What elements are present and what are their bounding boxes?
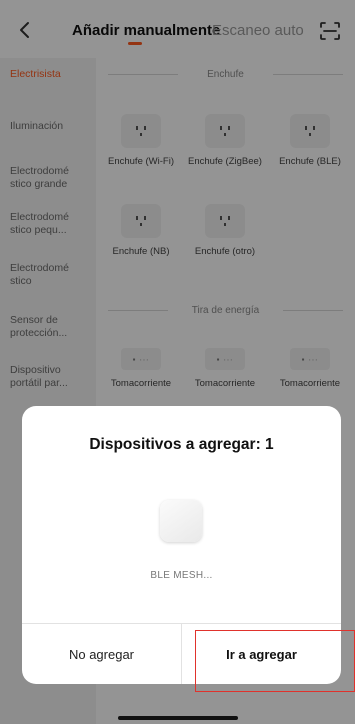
ble-device-icon	[160, 500, 202, 542]
dialog-device-name: BLE MESH...	[150, 570, 213, 581]
highlight-annotation	[195, 630, 355, 692]
app-screen: Añadir manualmente Escaneo auto Electris…	[0, 0, 355, 724]
home-indicator	[118, 716, 238, 720]
dialog-title: Dispositivos a agregar: 1	[89, 436, 274, 453]
cancel-button[interactable]: No agregar	[22, 624, 181, 684]
